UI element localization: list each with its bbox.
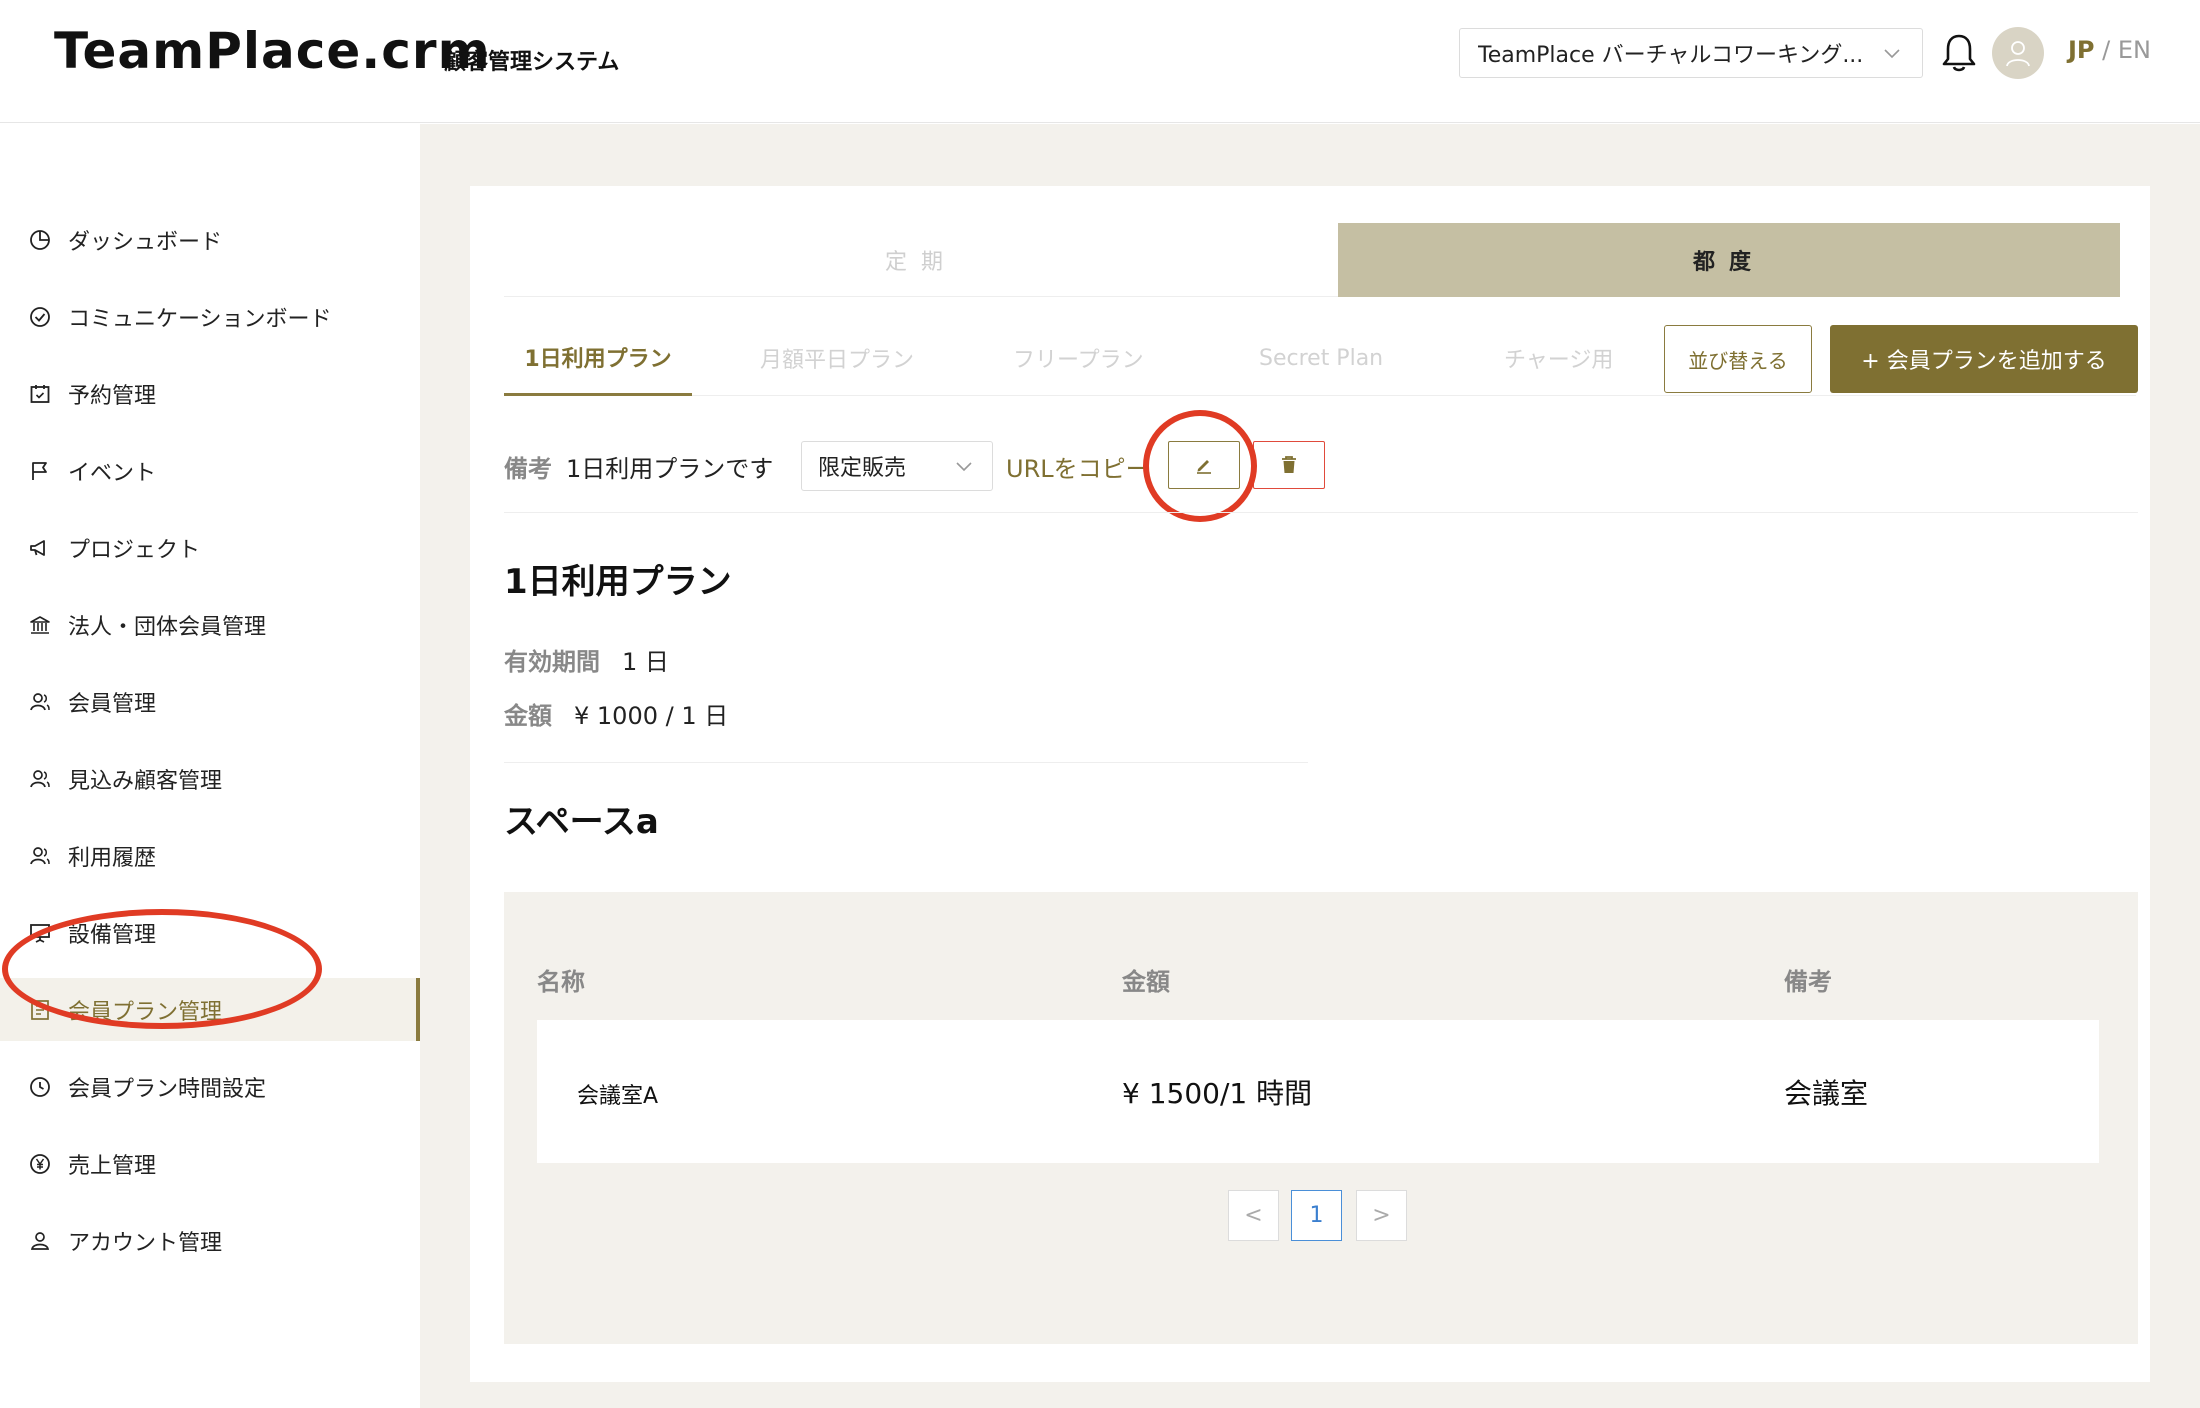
check-circle-icon bbox=[30, 306, 50, 327]
tab-plan-free[interactable]: フリープラン bbox=[1013, 320, 1144, 396]
price-label: 金額 bbox=[504, 702, 552, 730]
trash-icon bbox=[1282, 456, 1296, 473]
pagination-prev-button[interactable]: < bbox=[1228, 1190, 1279, 1241]
validity-value: 1 日 bbox=[622, 648, 669, 676]
tab-periodic[interactable]: 定期 bbox=[504, 223, 1338, 297]
table-row[interactable]: 会議室A ¥ 1500/1 時間 会議室 bbox=[537, 1020, 2099, 1163]
price-row: 金額 ¥ 1000 / 1 日 bbox=[504, 696, 728, 731]
sidebar-item-label: 会員プラン時間設定 bbox=[68, 1076, 267, 1102]
column-header-note: 備考 bbox=[1784, 968, 1832, 996]
space-title: スペースa bbox=[504, 802, 659, 842]
bank-icon bbox=[30, 615, 50, 634]
pagination-page-button[interactable]: 1 bbox=[1291, 1190, 1342, 1241]
sidebar-item-members[interactable]: 会員管理 bbox=[0, 670, 420, 733]
sidebar-item-label: 見込み顧客管理 bbox=[68, 768, 223, 794]
lang-en[interactable]: EN bbox=[2118, 36, 2151, 64]
tab-plan-monthly-weekday[interactable]: 月額平日プラン bbox=[760, 320, 914, 396]
sidebar-item-label: 売上管理 bbox=[68, 1153, 157, 1179]
sidebar-item-plan-time-settings[interactable]: 会員プラン時間設定 bbox=[0, 1055, 420, 1118]
sidebar-item-label: プロジェクト bbox=[68, 537, 201, 563]
pie-chart-icon bbox=[30, 229, 50, 250]
sidebar-item-label: コミュニケーションボード bbox=[68, 306, 332, 332]
sidebar-item-events[interactable]: イベント bbox=[0, 439, 420, 502]
sidebar-item-reservations[interactable]: 予約管理 bbox=[0, 362, 420, 425]
workspace-select-value: TeamPlace バーチャルコワーキング... bbox=[1478, 43, 1864, 68]
chevron-down-icon bbox=[1884, 49, 1900, 59]
calendar-check-icon bbox=[30, 384, 50, 403]
sidebar-item-projects[interactable]: プロジェクト bbox=[0, 516, 420, 579]
column-header-name: 名称 bbox=[537, 968, 585, 996]
megaphone-icon bbox=[30, 539, 45, 556]
pencil-icon bbox=[1197, 460, 1211, 474]
app-subtitle: 顧客管理システム bbox=[444, 50, 620, 75]
sidebar-item-dashboard[interactable]: ダッシュボード bbox=[0, 208, 420, 271]
space-note-cell: 会議室 bbox=[1784, 1077, 1869, 1110]
language-switcher[interactable]: JP / EN bbox=[2068, 36, 2151, 64]
space-price-cell: ¥ 1500/1 時間 bbox=[1122, 1077, 1313, 1110]
yen-circle-icon bbox=[30, 1153, 50, 1174]
document-list-icon bbox=[31, 999, 49, 1020]
add-plan-button[interactable]: + 会員プランを追加する bbox=[1830, 325, 2138, 393]
note-label: 備考 bbox=[504, 454, 552, 483]
sidebar-item-label: ダッシュボード bbox=[68, 229, 223, 255]
users-icon bbox=[30, 769, 50, 787]
app-header: TeamPlace.crm 顧客管理システム TeamPlace バーチャルコワ… bbox=[0, 0, 2200, 123]
sidebar-item-sales[interactable]: 売上管理 bbox=[0, 1132, 420, 1195]
validity-label: 有効期間 bbox=[504, 648, 600, 676]
sidebar-item-label: 設備管理 bbox=[68, 922, 157, 948]
note-row: 備考 1日利用プランです bbox=[504, 440, 773, 492]
sort-button[interactable]: 並び替える bbox=[1664, 325, 1812, 393]
sidebar-item-usage-history[interactable]: 利用履歴 bbox=[0, 824, 420, 887]
sidebar-item-corporate-members[interactable]: 法人・団体会員管理 bbox=[0, 593, 420, 656]
sidebar-item-label: 利用履歴 bbox=[68, 845, 157, 871]
sidebar-item-label: 会員管理 bbox=[68, 691, 157, 717]
users-icon bbox=[30, 846, 50, 864]
tab-plan-day[interactable]: 1日利用プラン bbox=[504, 320, 692, 396]
price-value: ¥ 1000 / 1 日 bbox=[574, 702, 729, 730]
workspace-select[interactable]: TeamPlace バーチャルコワーキング... bbox=[1459, 28, 1923, 78]
space-name-cell: 会議室A bbox=[577, 1084, 659, 1109]
divider bbox=[504, 512, 2138, 513]
clock-icon bbox=[30, 1076, 50, 1097]
lang-jp[interactable]: JP bbox=[2068, 36, 2095, 64]
sidebar-item-communication-board[interactable]: コミュニケーションボード bbox=[0, 285, 420, 348]
plan-title: 1日利用プラン bbox=[504, 562, 732, 602]
sidebar-item-facilities[interactable]: 設備管理 bbox=[0, 901, 420, 964]
note-text: 1日利用プランです bbox=[566, 454, 774, 483]
users-icon bbox=[30, 692, 50, 710]
sidebar: ダッシュボード コミュニケーションボード 予約管理 イベント プロジェクト 法人… bbox=[0, 124, 420, 1408]
sidebar-item-accounts[interactable]: アカウント管理 bbox=[0, 1209, 420, 1272]
tab-plan-charge[interactable]: チャージ用 bbox=[1504, 320, 1613, 396]
column-header-price: 金額 bbox=[1122, 968, 1170, 996]
lang-separator: / bbox=[2094, 36, 2118, 64]
user-settings-icon bbox=[30, 1231, 50, 1250]
flag-icon bbox=[32, 461, 47, 480]
user-icon bbox=[2006, 41, 2030, 67]
bell-icon[interactable] bbox=[1940, 32, 1978, 74]
projector-icon bbox=[30, 923, 50, 943]
segment-tabs: 定期 都度 bbox=[504, 223, 2120, 297]
chevron-down-icon bbox=[956, 462, 972, 472]
validity-row: 有効期間 1 日 bbox=[504, 642, 669, 677]
sidebar-item-label: 会員プラン管理 bbox=[68, 999, 223, 1025]
tab-plan-secret[interactable]: Secret Plan bbox=[1259, 320, 1383, 396]
sale-status-value: 限定販売 bbox=[818, 456, 907, 481]
divider bbox=[504, 762, 1308, 763]
app-logo[interactable]: TeamPlace.crm bbox=[54, 22, 491, 80]
sidebar-item-prospects[interactable]: 見込み顧客管理 bbox=[0, 747, 420, 810]
delete-button[interactable] bbox=[1253, 441, 1325, 489]
sidebar-item-label: アカウント管理 bbox=[68, 1230, 223, 1256]
sidebar-item-label: イベント bbox=[68, 460, 157, 486]
edit-button[interactable] bbox=[1168, 441, 1240, 489]
sidebar-item-label: 法人・団体会員管理 bbox=[68, 614, 267, 640]
tab-per-use[interactable]: 都度 bbox=[1338, 223, 2120, 297]
sale-status-select[interactable]: 限定販売 bbox=[801, 441, 993, 491]
sidebar-item-member-plans[interactable]: 会員プラン管理 bbox=[0, 978, 420, 1041]
sidebar-item-label: 予約管理 bbox=[68, 383, 157, 409]
copy-url-link[interactable]: URLをコピー bbox=[1006, 449, 1146, 484]
pagination-next-button[interactable]: > bbox=[1356, 1190, 1407, 1241]
avatar[interactable] bbox=[1992, 27, 2044, 79]
